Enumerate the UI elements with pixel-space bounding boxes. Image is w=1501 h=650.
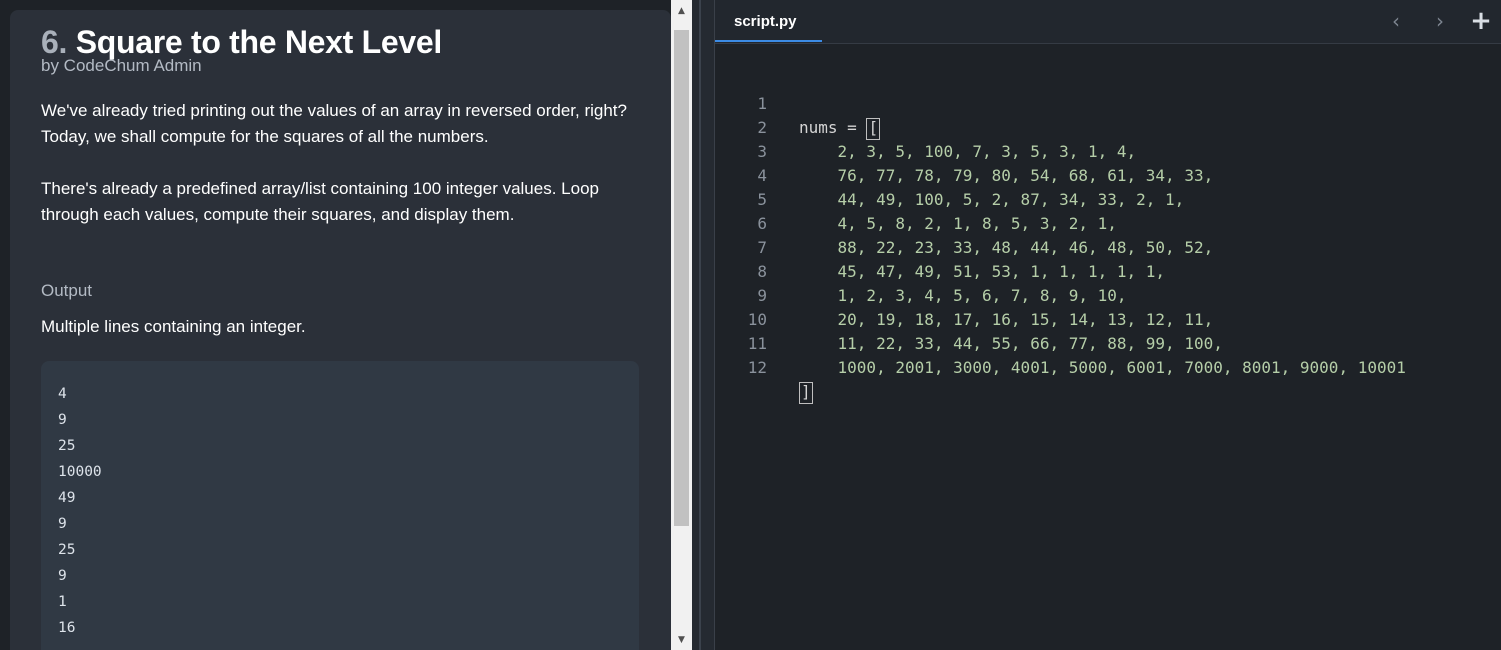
sample-output-line: 25 [58, 542, 76, 558]
code-line: 5 4, 5, 8, 2, 1, 8, 5, 3, 2, 1, [715, 164, 1501, 233]
problem-title-text: Square to the Next Level [75, 24, 443, 60]
code-line: 12 ] [715, 332, 1501, 404]
code-line: 11 1000, 2001, 3000, 4001, 5000, 6001, 7… [715, 308, 1501, 377]
output-heading: Output [41, 281, 93, 300]
app-root: 6. Square to the Next Level by CodeChum … [0, 0, 1501, 650]
chevron-right-icon[interactable]: › [1426, 6, 1454, 36]
sample-output-line: 25 [58, 438, 76, 454]
code-line: 1 nums = [ [715, 68, 1501, 140]
sample-output-line: 16 [58, 620, 76, 636]
problem-description-2: There's already a predefined array/list … [41, 179, 599, 224]
code-line: 8 1, 2, 3, 4, 5, 6, 7, 8, 9, 10, [715, 236, 1501, 305]
panel-splitter[interactable] [692, 0, 714, 650]
code-editor: script.py ‹ › + 1 nums = [ 2 2, 3, 5, 10… [714, 0, 1501, 650]
code-area[interactable]: 1 nums = [ 2 2, 3, 5, 100, 7, 3, 5, 3, 1… [715, 68, 1501, 628]
code-line: 6 88, 22, 23, 33, 48, 44, 46, 48, 50, 52… [715, 188, 1501, 257]
active-tab-indicator [715, 40, 822, 42]
code-text: ] [799, 380, 813, 404]
scroll-up-icon[interactable]: ▲ [671, 3, 692, 20]
problem-panel: 6. Square to the Next Level by CodeChum … [10, 10, 671, 650]
code-line: 7 45, 47, 49, 51, 53, 1, 1, 1, 1, 1, [715, 212, 1501, 281]
problem-scrollbar[interactable]: ▲ ▼ [671, 0, 692, 650]
splitter-handle[interactable] [699, 0, 701, 650]
problem-description-1: We've already tried printing out the val… [41, 101, 627, 146]
sample-output-list: 4 9 25 10000 49 9 25 9 1 16 [58, 381, 102, 641]
sample-output-line: 9 [58, 516, 67, 532]
sample-output-line: 1 [58, 594, 67, 610]
sample-output-line: 4 [58, 386, 67, 402]
sample-output-line: 49 [58, 490, 76, 506]
code-line: 3 76, 77, 78, 79, 80, 54, 68, 61, 34, 33… [715, 116, 1501, 185]
code-line: 9 20, 19, 18, 17, 16, 15, 14, 13, 12, 11… [715, 260, 1501, 329]
code-line: 10 11, 22, 33, 44, 55, 66, 77, 88, 99, 1… [715, 284, 1501, 353]
code-text: 1000, 2001, 3000, 4001, 5000, 6001, 7000… [799, 358, 1406, 377]
sample-output-line: 9 [58, 568, 67, 584]
sample-output-line: 10000 [58, 464, 102, 480]
problem-author: by CodeChum Admin [41, 56, 202, 75]
problem-number: 6. [41, 24, 68, 60]
line-number: 12 [747, 358, 767, 377]
code-line: 2 2, 3, 5, 100, 7, 3, 5, 3, 1, 4, [715, 92, 1501, 161]
scroll-thumb[interactable] [674, 30, 689, 526]
sample-output-box: 4 9 25 10000 49 9 25 9 1 16 [41, 361, 639, 650]
code-line: 4 44, 49, 100, 5, 2, 87, 34, 33, 2, 1, [715, 140, 1501, 209]
output-description: Multiple lines containing an integer. [41, 317, 306, 336]
scroll-down-icon[interactable]: ▼ [671, 632, 692, 649]
editor-tab-bar: script.py ‹ › + [715, 0, 1501, 44]
tab-label: script.py [734, 13, 797, 30]
chevron-left-icon[interactable]: ‹ [1382, 6, 1410, 36]
sample-output-line: 9 [58, 412, 67, 428]
tab-script-py[interactable]: script.py [715, 0, 822, 43]
close-bracket: ] [799, 382, 813, 404]
add-file-icon[interactable]: + [1467, 6, 1495, 36]
